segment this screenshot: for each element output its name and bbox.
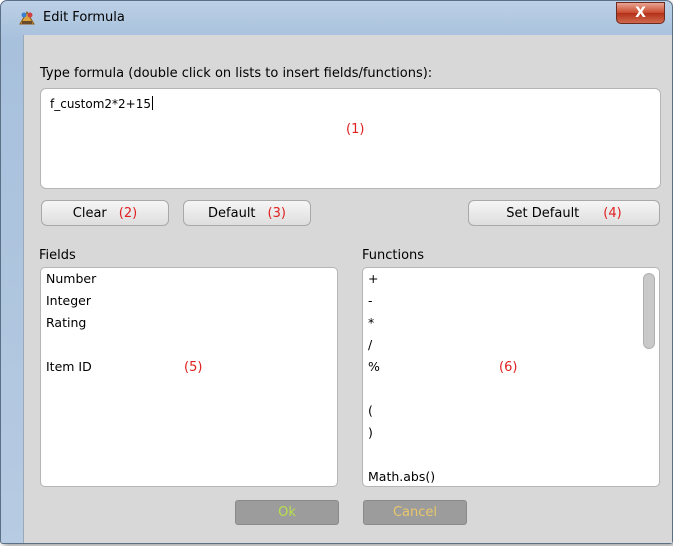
set-default-label: Set Default (506, 205, 580, 221)
scrollbar-thumb[interactable] (643, 273, 655, 349)
list-item[interactable]: Integer (41, 290, 337, 312)
formula-value: f_custom2*2+15 (50, 97, 152, 111)
fields-list[interactable]: Number Integer Rating Item ID (5) (40, 267, 338, 487)
clear-label: Clear (72, 205, 107, 221)
text-caret (152, 96, 154, 110)
cancel-button[interactable]: Cancel (363, 500, 467, 525)
list-item[interactable]: * (363, 312, 659, 334)
functions-label: Functions (362, 248, 425, 263)
close-button[interactable]: X (616, 2, 665, 24)
list-item[interactable]: Number (41, 268, 337, 290)
window-title: Edit Formula (43, 10, 125, 25)
fields-label: Fields (39, 248, 76, 263)
default-button[interactable]: Default (3) (183, 200, 311, 226)
list-item[interactable]: Math.abs() (363, 466, 659, 488)
list-item[interactable]: - (363, 290, 659, 312)
annotation-4: (4) (603, 205, 622, 221)
annotation-1: (1) (346, 122, 365, 137)
functions-scrollbar[interactable] (642, 273, 656, 483)
annotation-6: (6) (499, 360, 518, 375)
formula-label: Type formula (double click on lists to i… (40, 66, 433, 81)
ok-button[interactable]: Ok (235, 500, 339, 525)
list-item[interactable]: / (363, 334, 659, 356)
list-item[interactable]: + (363, 268, 659, 290)
list-item[interactable]: Rating (41, 312, 337, 334)
close-icon: X (635, 5, 646, 21)
set-default-button[interactable]: Set Default (4) (468, 200, 660, 226)
annotation-2: (2) (118, 205, 138, 221)
functions-items: + - * / % ( ) Math.abs() (363, 268, 659, 488)
clear-button[interactable]: Clear (2) (41, 200, 169, 226)
list-item[interactable] (41, 334, 337, 356)
annotation-5: (5) (184, 360, 203, 375)
dialog-body: Type formula (double click on lists to i… (23, 35, 672, 543)
edit-formula-window: Edit Formula X Type formula (double clic… (0, 0, 673, 544)
title-bar[interactable]: Edit Formula X (1, 1, 672, 35)
app-icon (18, 9, 36, 27)
functions-list[interactable]: + - * / % ( ) Math.abs() (6) (362, 267, 660, 487)
list-item[interactable]: ) (363, 422, 659, 444)
formula-input[interactable]: f_custom2*2+15 (1) (40, 88, 661, 189)
annotation-3: (3) (267, 205, 286, 221)
list-item[interactable]: ( (363, 400, 659, 422)
list-item[interactable] (363, 378, 659, 400)
default-label: Default (208, 205, 256, 221)
list-item[interactable] (363, 444, 659, 466)
formula-text: f_custom2*2+15 (50, 96, 154, 111)
